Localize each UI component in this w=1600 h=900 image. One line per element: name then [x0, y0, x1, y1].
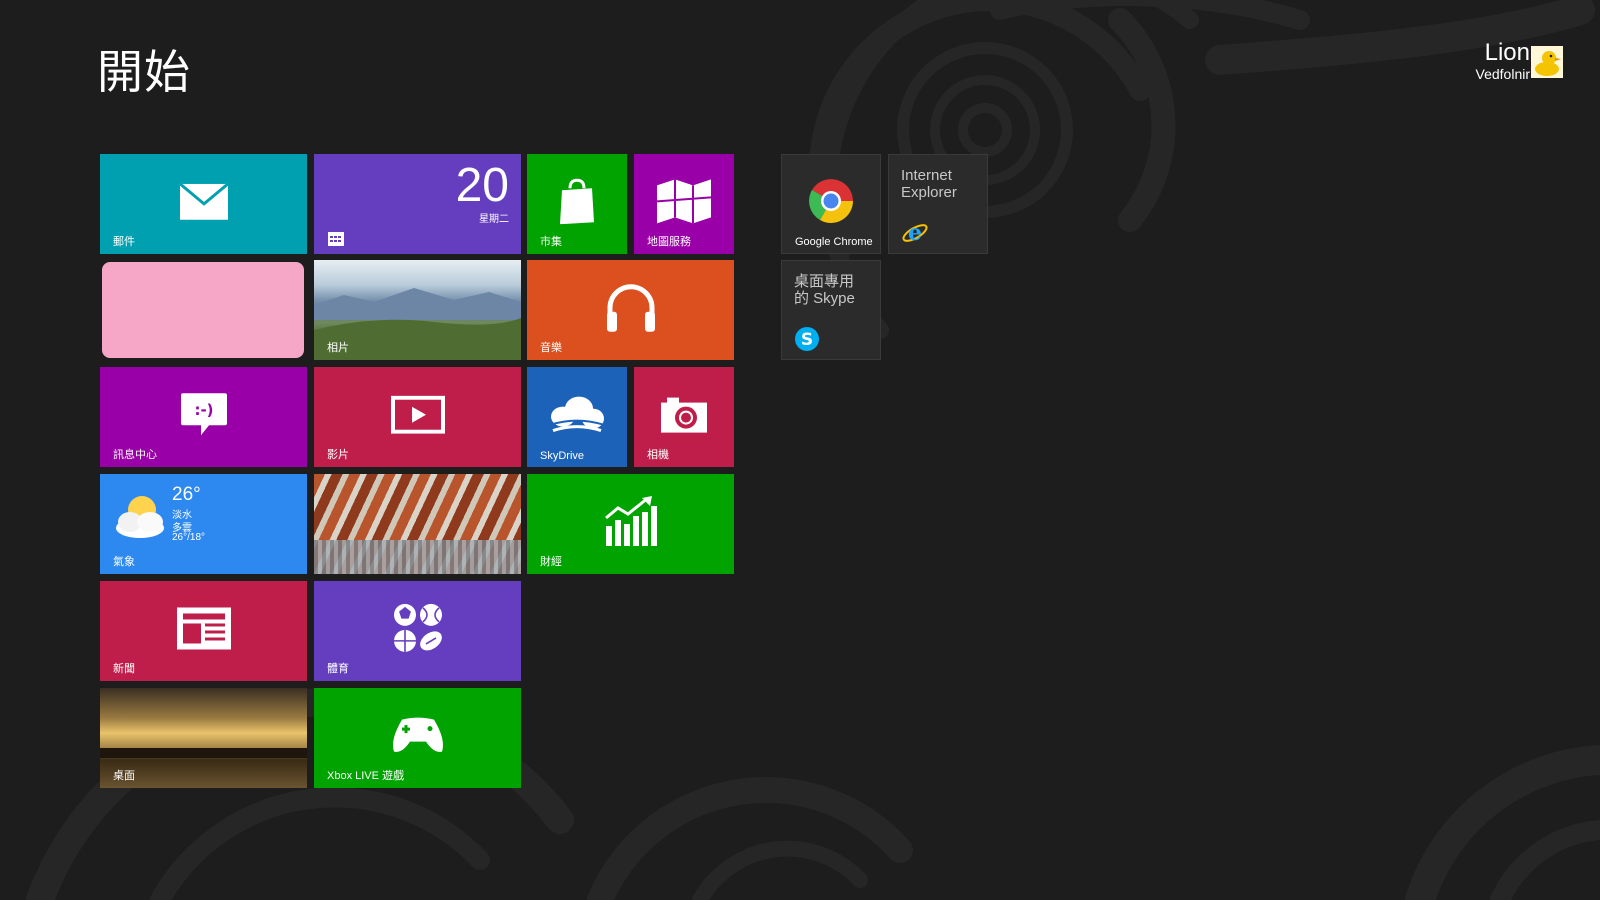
partly-cloudy-icon	[116, 496, 164, 538]
tile-label: 郵件	[113, 236, 135, 248]
tile-label: 體育	[327, 663, 349, 675]
svg-text:S: S	[801, 330, 813, 350]
tile-label: 音樂	[540, 342, 562, 354]
user-account[interactable]: Lion Vedfolnir	[1475, 39, 1530, 83]
sports-balls-icon	[393, 603, 442, 652]
tile-messaging[interactable]: :-) 訊息中心	[100, 367, 307, 467]
tile-sports[interactable]: 體育	[314, 581, 521, 681]
calendar-icon	[328, 232, 344, 246]
tile-city-photo[interactable]	[314, 474, 521, 574]
tile-label: 財經	[540, 556, 562, 568]
tile-desktop[interactable]: 桌面	[100, 688, 307, 788]
tile-label: 訊息中心	[113, 449, 157, 461]
tile-label: 氣象	[113, 556, 135, 568]
tile-label: Xbox LIVE 遊戲	[327, 770, 405, 782]
tile-news[interactable]: 新聞	[100, 581, 307, 681]
tile-internet-explorer[interactable]: Internet Explorer e	[888, 154, 988, 254]
map-icon	[657, 179, 711, 224]
tile-finance[interactable]: 財經	[527, 474, 734, 574]
tile-title: 桌面專用 的 Skype	[794, 273, 855, 307]
user-subtitle: Vedfolnir	[1475, 66, 1530, 82]
weather-range: 26°/18°	[172, 532, 206, 543]
rubber-duck-icon	[1535, 51, 1561, 76]
chart-up-icon	[604, 496, 657, 546]
avatar[interactable]	[1531, 46, 1563, 78]
tile-music[interactable]: 音樂	[527, 260, 734, 360]
tile-label: 相機	[647, 449, 669, 461]
weather-temp: 26°	[172, 484, 201, 505]
tile-maps[interactable]: 地圖服務	[634, 154, 734, 254]
tile-xbox[interactable]: Xbox LIVE 遊戲	[314, 688, 521, 788]
calendar-day: 20	[455, 159, 509, 212]
svg-text:e: e	[908, 220, 922, 246]
internet-explorer-icon: e	[902, 220, 928, 246]
tile-google-chrome[interactable]: Google Chrome	[781, 154, 881, 254]
play-icon	[390, 395, 445, 434]
tile-skype-desktop[interactable]: 桌面專用 的 Skype S	[781, 260, 881, 360]
camera-icon	[661, 397, 707, 433]
tile-pink-photo[interactable]	[100, 260, 307, 360]
page-title: 開始	[97, 46, 191, 98]
game-controller-icon	[392, 717, 443, 752]
shopping-bag-icon	[560, 178, 594, 225]
tile-title: Internet Explorer	[901, 167, 957, 201]
svg-text::-): :-)	[194, 401, 213, 419]
skype-icon: S	[795, 327, 819, 351]
tile-camera[interactable]: 相機	[634, 367, 734, 467]
chat-bubble-icon: :-)	[180, 393, 227, 436]
tile-label: SkyDrive	[540, 450, 585, 462]
tile-video[interactable]: 影片	[314, 367, 521, 467]
city-rooftops-image	[314, 540, 521, 574]
calendar-weekday: 星期二	[479, 214, 509, 225]
tile-label: 桌面	[113, 770, 135, 782]
tile-label: 新聞	[113, 663, 135, 675]
chrome-icon	[809, 179, 853, 223]
newspaper-icon	[176, 607, 231, 650]
tile-store[interactable]: 市集	[527, 154, 627, 254]
tile-label: 地圖服務	[647, 236, 691, 248]
blurred-photo	[102, 262, 304, 358]
user-name: Lion	[1484, 39, 1530, 66]
headphones-icon	[606, 284, 655, 332]
envelope-icon	[179, 183, 228, 220]
tile-photos[interactable]: 相片	[314, 260, 521, 360]
desktop-landscape-image	[100, 748, 307, 758]
tile-label: 影片	[327, 449, 349, 461]
cloud-icon	[550, 396, 604, 433]
tile-label: 市集	[540, 236, 562, 248]
tile-weather[interactable]: 26° 淡水 多雲 26°/18° 氣象	[100, 474, 307, 574]
tile-mail[interactable]: 郵件	[100, 154, 307, 254]
tile-calendar[interactable]: 20 星期二	[314, 154, 521, 254]
tile-skydrive[interactable]: SkyDrive	[527, 367, 627, 467]
tile-label: Google Chrome	[795, 236, 873, 248]
tile-label: 相片	[327, 342, 349, 354]
